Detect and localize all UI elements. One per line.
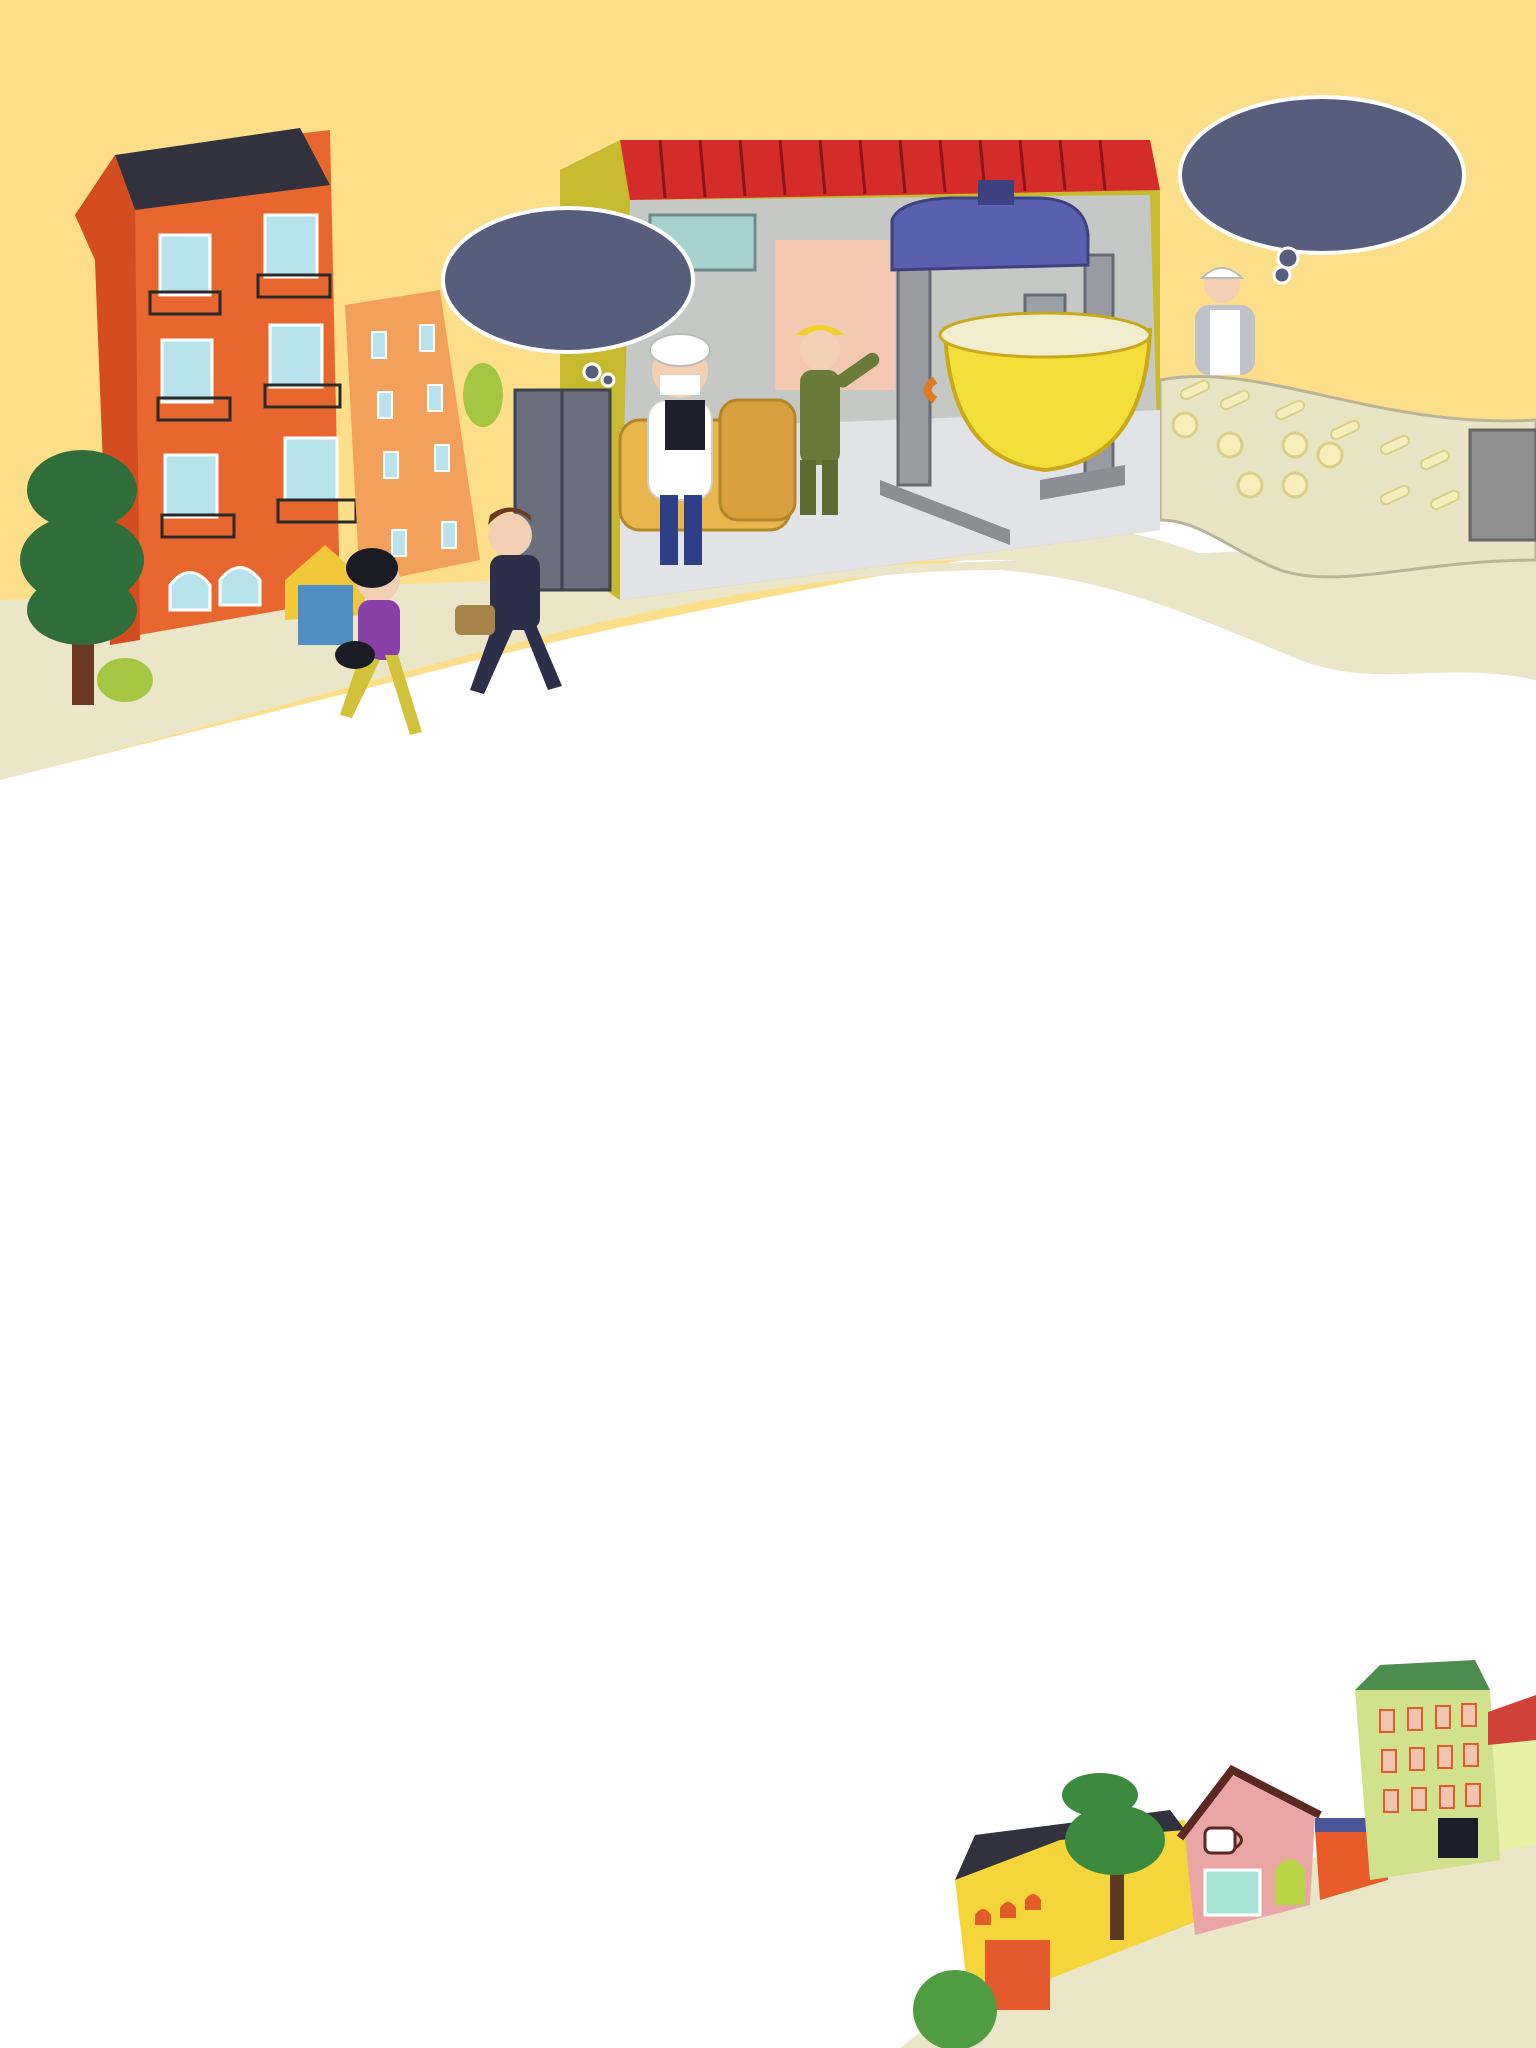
conveyor-end-grate: [1468, 428, 1536, 542]
coffee-cup-icon: [1203, 1826, 1243, 1855]
apartment-door: [298, 585, 353, 645]
building-green: [1355, 1660, 1500, 1880]
illustration-canvas: [0, 0, 1536, 2048]
bush-small: [97, 658, 153, 702]
bush-bottom: [913, 1970, 997, 2048]
clipboard-icon: [665, 400, 705, 450]
bush-green: [463, 363, 503, 427]
mixer-head: [890, 196, 1090, 272]
factory-blinds: [775, 240, 895, 390]
